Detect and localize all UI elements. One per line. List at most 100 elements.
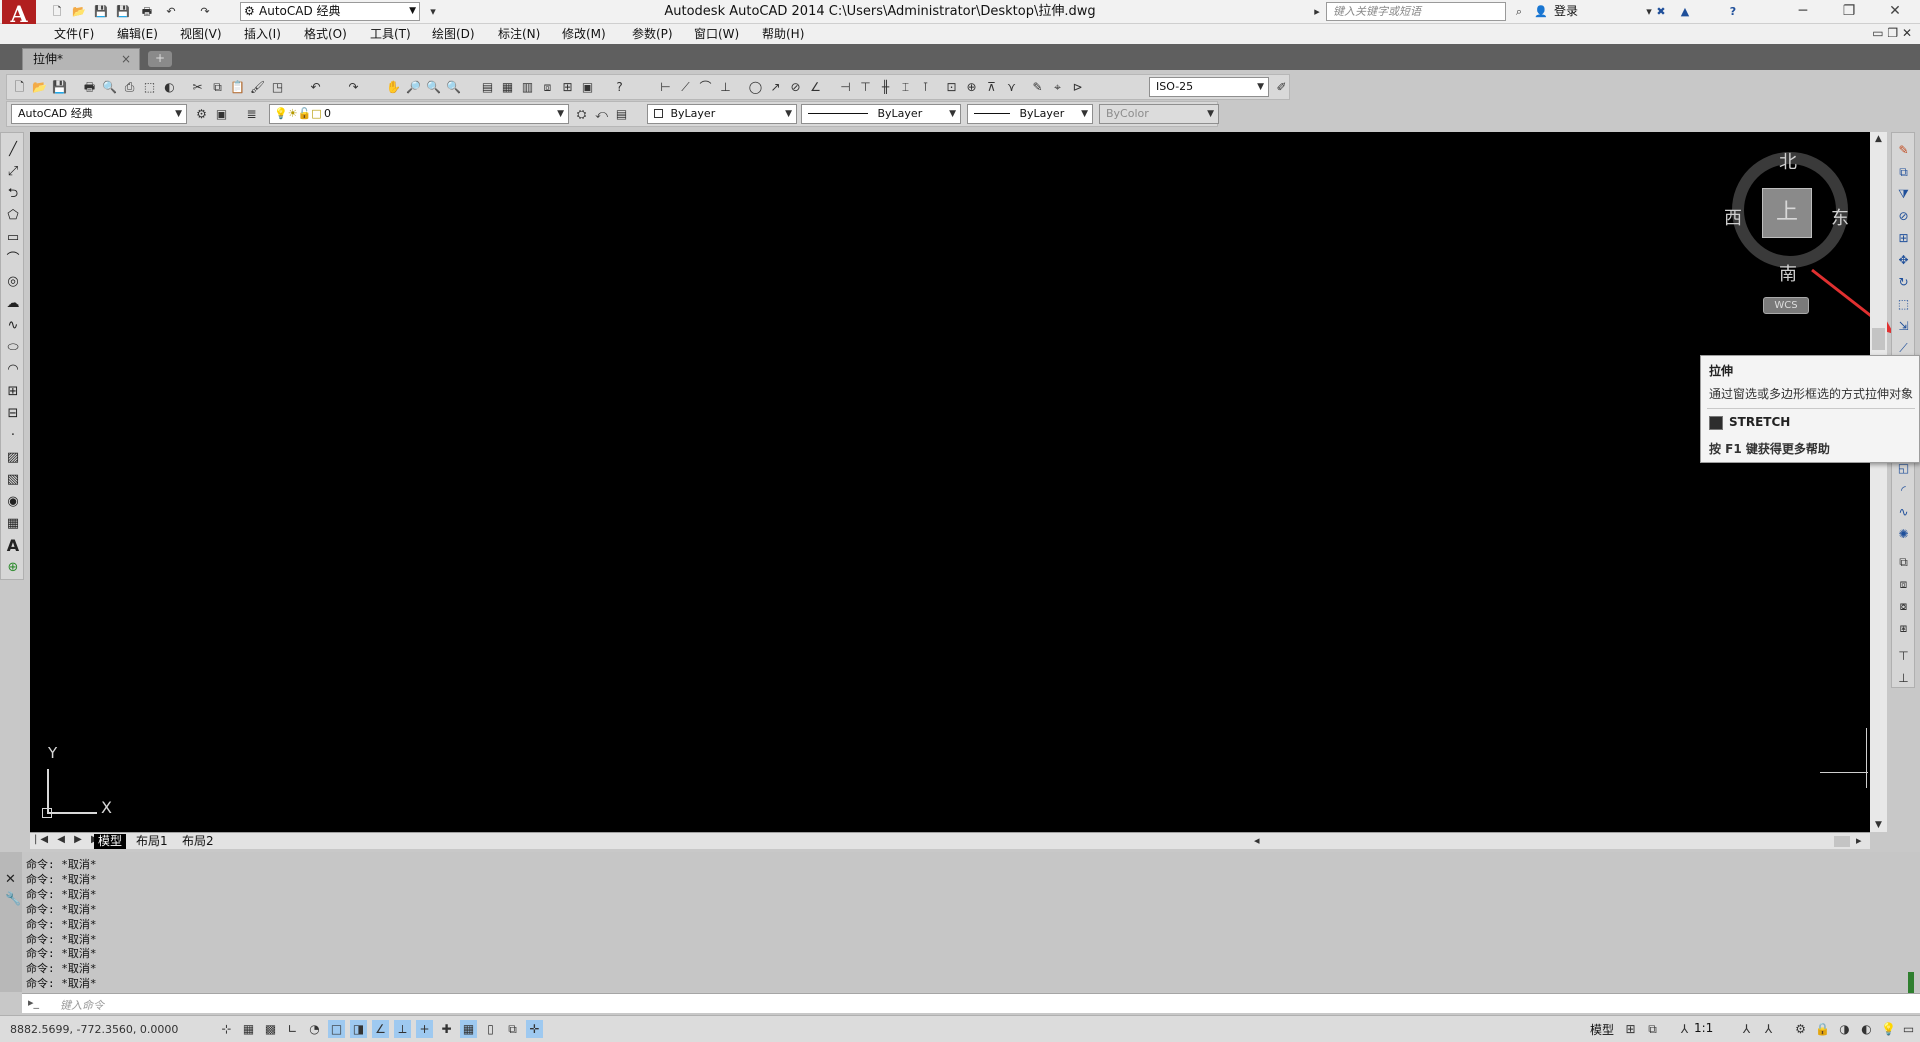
copy-icon[interactable]: ⧉ bbox=[209, 79, 226, 96]
new-file-icon[interactable]: 🗋 bbox=[48, 3, 66, 20]
restore-button[interactable]: ❐ bbox=[1826, 0, 1872, 24]
send-back-icon[interactable]: ⧇ bbox=[1894, 597, 1913, 616]
command-prompt-icon[interactable]: ▸_ bbox=[28, 996, 39, 1009]
linetype-select[interactable]: ByLayer ▼ bbox=[801, 104, 961, 124]
diameter-icon[interactable]: ⊘ bbox=[787, 79, 804, 96]
block-editor-icon[interactable]: ◳ bbox=[269, 79, 286, 96]
annotation-monitor-icon[interactable]: ✛ bbox=[526, 1020, 543, 1038]
spline-icon[interactable]: ∿ bbox=[4, 317, 22, 335]
otrack-icon[interactable]: ∠ bbox=[372, 1020, 389, 1038]
snap-mode-icon[interactable]: ▦ bbox=[240, 1020, 257, 1038]
wrench-icon[interactable]: 🔧 bbox=[5, 892, 21, 907]
grid-display-icon[interactable]: ▩ bbox=[262, 1020, 279, 1038]
isolate-objects-icon[interactable]: ◐ bbox=[1858, 1020, 1875, 1038]
gradient-icon[interactable]: ▧ bbox=[4, 471, 22, 489]
erase-icon[interactable]: ✎ bbox=[1894, 141, 1913, 160]
redo-icon[interactable]: ↷ bbox=[345, 79, 362, 96]
compass-north[interactable]: 北 bbox=[1779, 148, 1797, 174]
scroll-left-icon[interactable]: ◂ bbox=[1254, 834, 1260, 847]
color-select[interactable]: ByLayer ▼ bbox=[647, 104, 797, 124]
markup-icon[interactable]: ⊞ bbox=[559, 79, 576, 96]
add-selected-icon[interactable]: ⊕ bbox=[4, 559, 22, 577]
zoom-window-icon[interactable]: 🔍 bbox=[425, 79, 442, 96]
explode-icon[interactable]: ✺ bbox=[1894, 525, 1913, 544]
ortho-mode-icon[interactable]: ∟ bbox=[284, 1020, 301, 1038]
jogged-icon[interactable]: ↗ bbox=[767, 79, 784, 96]
publish-web-icon[interactable]: ◐ bbox=[161, 79, 178, 96]
jogged-linear-icon[interactable]: ⋎ bbox=[1003, 79, 1020, 96]
baseline-icon[interactable]: ⊤ bbox=[857, 79, 874, 96]
open-icon[interactable]: 📂 bbox=[31, 79, 48, 96]
dimspace-icon[interactable]: ⌶ bbox=[897, 79, 914, 96]
redo-icon[interactable]: ↷ bbox=[196, 3, 214, 20]
save-as-icon[interactable]: 💾 bbox=[114, 3, 132, 20]
polyline-icon[interactable]: ⮌ bbox=[4, 185, 22, 203]
point-icon[interactable]: · bbox=[4, 427, 22, 445]
qnew-icon[interactable]: 🗋 bbox=[11, 79, 28, 96]
rectangle-icon[interactable]: ▭ bbox=[4, 229, 22, 247]
fillet-icon[interactable]: ◜ bbox=[1894, 481, 1913, 500]
vertical-scrollbar[interactable]: ▲ ▼ bbox=[1870, 132, 1887, 832]
compass-south[interactable]: 南 bbox=[1779, 260, 1797, 286]
quick-view-drawings-icon[interactable]: ⧉ bbox=[1644, 1020, 1661, 1038]
tool-palettes-icon[interactable]: ▥ bbox=[519, 79, 536, 96]
dimbreak-icon[interactable]: ⊺ bbox=[917, 79, 934, 96]
menu-parametric[interactable]: 参数(P) bbox=[632, 26, 673, 42]
linear-dimension-icon[interactable]: ⊢ bbox=[657, 79, 674, 96]
drawing-canvas[interactable] bbox=[30, 132, 1870, 832]
angular-icon[interactable]: ∠ bbox=[807, 79, 824, 96]
blend-curves-icon[interactable]: ∿ bbox=[1894, 503, 1913, 522]
move-icon[interactable]: ✥ bbox=[1894, 251, 1913, 270]
object-snap-icon[interactable]: □ bbox=[328, 1020, 345, 1038]
pan-icon[interactable]: ✋ bbox=[385, 79, 402, 96]
tab-model[interactable]: 模型 bbox=[94, 834, 127, 849]
plot-icon[interactable]: 🖶 bbox=[138, 3, 156, 20]
mirror-icon[interactable]: ⧩ bbox=[1894, 185, 1913, 204]
lineweight-select[interactable]: ByLayer ▼ bbox=[967, 104, 1093, 124]
menu-insert[interactable]: 插入(I) bbox=[244, 26, 281, 42]
minimize-button[interactable]: ─ bbox=[1780, 0, 1826, 24]
properties-icon[interactable]: ▤ bbox=[479, 79, 496, 96]
close-icon[interactable]: × bbox=[121, 49, 131, 69]
menu-file[interactable]: 文件(F) bbox=[54, 26, 94, 42]
dimension-style-icon[interactable]: ✐ bbox=[1273, 79, 1290, 96]
construction-line-icon[interactable]: ⤢ bbox=[4, 163, 22, 181]
radius-icon[interactable]: ◯ bbox=[747, 79, 764, 96]
clean-screen-icon[interactable]: ▭ bbox=[1900, 1020, 1917, 1038]
menu-modify[interactable]: 修改(M) bbox=[562, 26, 606, 42]
offset-icon[interactable]: ⊘ bbox=[1894, 207, 1913, 226]
selection-cycling-icon[interactable]: ⧉ bbox=[504, 1020, 521, 1038]
design-center-icon[interactable]: ▦ bbox=[499, 79, 516, 96]
quick-view-layouts-icon[interactable]: ⊞ bbox=[1622, 1020, 1639, 1038]
compass-west[interactable]: 西 bbox=[1724, 204, 1742, 230]
quick-access-dropdown-icon[interactable]: ▾ bbox=[424, 3, 442, 20]
make-block-icon[interactable]: ⊟ bbox=[4, 405, 22, 423]
polygon-icon[interactable]: ⬠ bbox=[4, 207, 22, 225]
workspace-save-icon[interactable]: ▣ bbox=[213, 106, 230, 123]
3d-print-icon[interactable]: ⬚ bbox=[141, 79, 158, 96]
hatch-back-icon[interactable]: ⊥ bbox=[1894, 669, 1913, 688]
save-icon[interactable]: 💾 bbox=[51, 79, 68, 96]
ordinate-icon[interactable]: ⊥ bbox=[717, 79, 734, 96]
region-icon[interactable]: ◉ bbox=[4, 493, 22, 511]
dynamic-input-icon[interactable]: + bbox=[416, 1020, 433, 1038]
quick-dimension-icon[interactable]: ⊣ bbox=[837, 79, 854, 96]
layer-select[interactable]: 0 💡☀🔓□ ▼ bbox=[269, 104, 569, 124]
workspace-toolbar-select[interactable]: AutoCAD 经典 ▼ bbox=[11, 104, 187, 124]
array-icon[interactable]: ⊞ bbox=[1894, 229, 1913, 248]
ellipse-arc-icon[interactable]: ◠ bbox=[4, 361, 22, 379]
menu-tools[interactable]: 工具(T) bbox=[370, 26, 411, 42]
text-front-icon[interactable]: ⊤ bbox=[1894, 647, 1913, 666]
table-icon[interactable]: ▦ bbox=[4, 515, 22, 533]
help-icon[interactable]: ? bbox=[1724, 3, 1742, 20]
plot-icon[interactable]: 🖶 bbox=[81, 79, 98, 96]
close-button[interactable]: ✕ bbox=[1872, 0, 1918, 24]
paste-icon[interactable]: 📋 bbox=[229, 79, 246, 96]
multiline-text-icon[interactable]: A bbox=[4, 537, 22, 555]
undo-icon[interactable]: ↶ bbox=[307, 79, 324, 96]
center-mark-icon[interactable]: ⊕ bbox=[963, 79, 980, 96]
ducs-icon[interactable]: ⟂ bbox=[394, 1020, 411, 1038]
scroll-right-icon[interactable]: ▸ bbox=[1856, 834, 1862, 847]
menu-draw[interactable]: 绘图(D) bbox=[432, 26, 475, 42]
menu-help[interactable]: 帮助(H) bbox=[762, 26, 804, 42]
